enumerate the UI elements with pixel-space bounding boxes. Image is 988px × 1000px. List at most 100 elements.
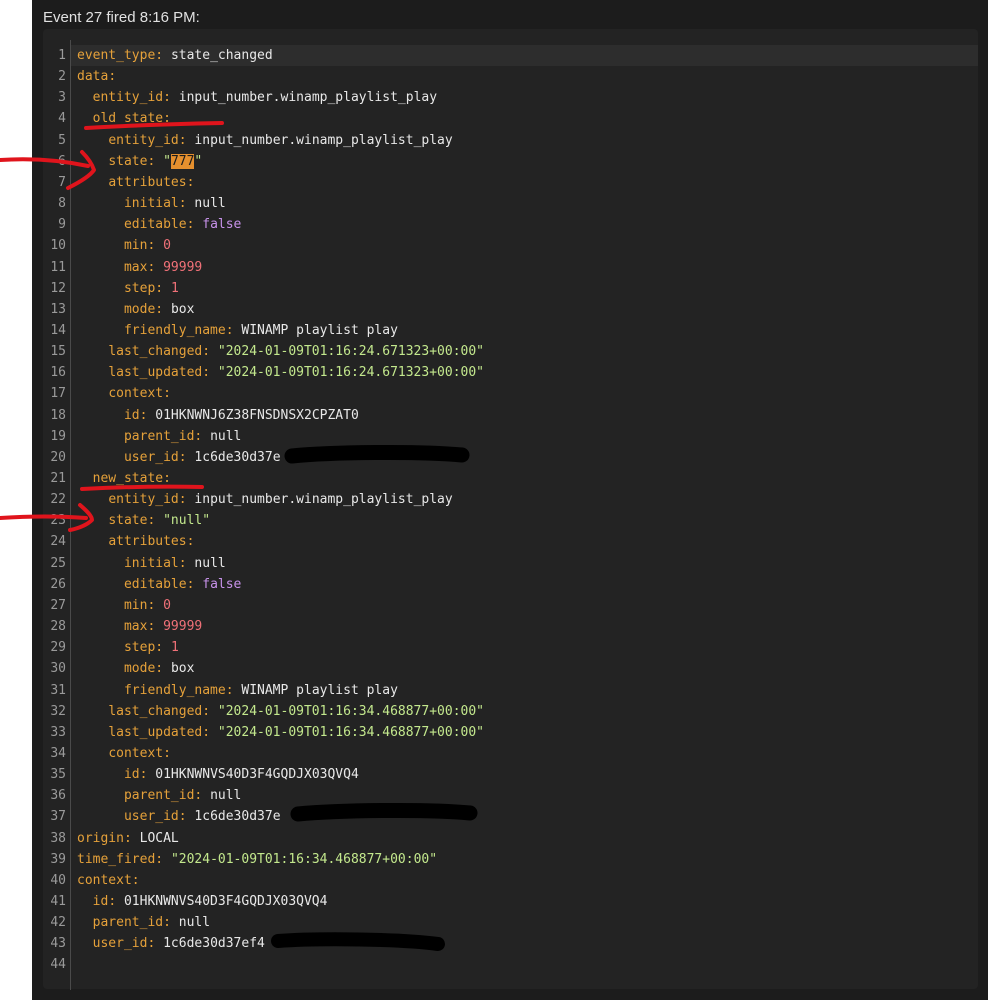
- colon: :: [186, 174, 195, 190]
- code-text: step: 1: [77, 637, 179, 658]
- yaml-value: 0: [163, 238, 171, 254]
- line-number: 36: [50, 788, 66, 804]
- colon: :: [202, 703, 218, 719]
- line-number: 24: [50, 534, 66, 550]
- colon: :: [186, 576, 203, 592]
- yaml-value: null: [194, 196, 226, 212]
- yaml-key: entity_id: [108, 492, 179, 508]
- line-number: 42: [50, 915, 66, 931]
- code-text: origin: LOCAL: [77, 828, 179, 849]
- colon: :: [225, 322, 242, 338]
- colon: :: [163, 745, 171, 761]
- colon: :: [186, 217, 203, 233]
- yaml-key: id: [92, 894, 109, 909]
- colon: :: [163, 111, 171, 127]
- yaml-key: last_updated: [108, 365, 203, 381]
- code-text: max: 99999: [77, 616, 202, 637]
- colon: :: [155, 661, 171, 677]
- colon: :: [194, 788, 211, 804]
- colon: :: [163, 386, 171, 402]
- quote: ": [194, 153, 203, 169]
- yaml-value: 01HKNWNJ6Z38FNSDNSX2CPZAT0: [155, 407, 359, 423]
- code-text: entity_id: input_number.winamp_playlist_…: [77, 130, 453, 151]
- code-text: last_updated: "2024-01-09T01:16:34.46887…: [77, 722, 484, 743]
- yaml-value: null: [210, 788, 242, 804]
- yaml-key: user_id: [92, 936, 148, 952]
- colon: :: [202, 724, 218, 740]
- code-text: attributes:: [77, 531, 194, 552]
- yaml-value: null: [178, 915, 211, 931]
- yaml-key: last_changed: [108, 703, 203, 719]
- code-text: id: 01HKNWNVS40D3F4GQDJX03QVQ4: [77, 891, 328, 912]
- line-number: 12: [50, 280, 66, 296]
- line-number: 29: [50, 640, 66, 656]
- yaml-key: friendly_name: [123, 682, 226, 698]
- line-number: 43: [50, 936, 66, 952]
- yaml-value: false: [202, 576, 242, 592]
- yaml-key: parent_id: [123, 428, 195, 444]
- line-number: 44: [50, 957, 66, 973]
- yaml-key: initial: [123, 555, 179, 571]
- yaml-value: 1: [170, 280, 179, 296]
- line-number: 8: [58, 196, 66, 212]
- line-number: 2: [58, 69, 66, 85]
- yaml-key: last_changed: [108, 344, 203, 360]
- yaml-key: initial: [123, 196, 179, 212]
- code-text: initial: null: [77, 553, 226, 574]
- yaml-key: context: [108, 745, 164, 761]
- yaml-value: 01HKNWNVS40D3F4GQDJX03QVQ4: [123, 894, 328, 909]
- yaml-value: LOCAL: [139, 830, 179, 846]
- yaml-key: user_id: [123, 449, 179, 465]
- line-number: 19: [50, 428, 66, 444]
- yaml-value: "2024-01-09T01:16:24.671323+00:00": [217, 365, 484, 381]
- line-number: 9: [58, 217, 66, 233]
- yaml-key: step: [123, 280, 156, 296]
- yaml-value: input_number.winamp_playlist_play: [194, 492, 453, 508]
- yaml-value: 1: [170, 640, 179, 656]
- yaml-value: 01HKNWNVS40D3F4GQDJX03QVQ4: [155, 767, 359, 783]
- yaml-key: max: [123, 619, 148, 635]
- colon: :: [155, 48, 171, 63]
- yaml-key: event_type: [77, 48, 156, 63]
- yaml-key: context: [108, 386, 164, 402]
- line-number: 13: [50, 301, 66, 317]
- line-number: 17: [50, 386, 66, 402]
- line-number: 32: [50, 703, 66, 719]
- code-text: new_state:: [77, 468, 171, 489]
- yaml-value: WINAMP playlist play: [241, 322, 398, 338]
- yaml-value: input_number.winamp_playlist_play: [194, 132, 453, 148]
- yaml-key: old_state: [92, 111, 164, 127]
- line-number: 25: [50, 555, 66, 571]
- line-number: 39: [50, 851, 66, 867]
- colon: :: [147, 238, 164, 254]
- colon: :: [131, 872, 140, 888]
- yaml-value: state_changed: [170, 48, 273, 63]
- line-number: 5: [58, 132, 66, 148]
- event-title: Event 27 fired 8:16 PM:: [43, 9, 200, 26]
- yaml-key: data: [77, 69, 109, 85]
- yaml-key: entity_id: [92, 90, 164, 106]
- yaml-key: attributes: [108, 174, 187, 190]
- line-number: 22: [50, 492, 66, 508]
- colon: :: [147, 259, 164, 275]
- code-text: mode: box: [77, 299, 194, 320]
- colon: :: [147, 597, 164, 613]
- yaml-value: "2024-01-09T01:16:34.468877+00:00": [217, 703, 484, 719]
- line-number: 15: [50, 344, 66, 360]
- yaml-key: context: [77, 872, 132, 888]
- code-text: old_state:: [77, 108, 171, 129]
